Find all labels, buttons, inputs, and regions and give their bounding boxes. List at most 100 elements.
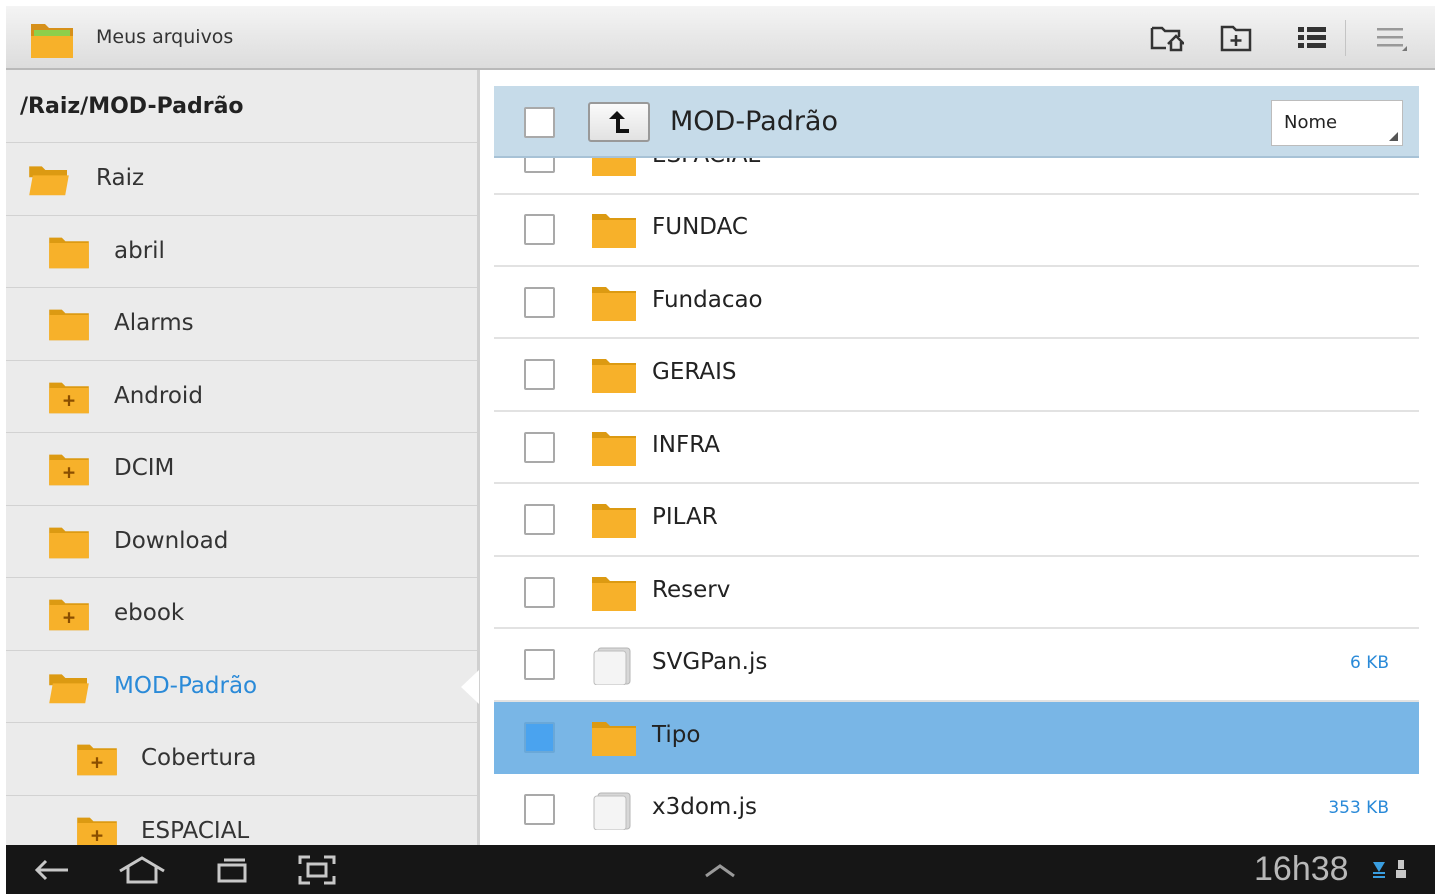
clock: 16h38 bbox=[1254, 850, 1349, 888]
list-header: MOD-Padrão Nome bbox=[494, 86, 1419, 158]
folder-tree: Raiz abril Alarms Android DCIM Download ebook M… bbox=[6, 142, 477, 845]
list-item[interactable]: FUNDAC bbox=[494, 194, 1419, 267]
item-size: 353 KB bbox=[1328, 798, 1389, 818]
list-item[interactable]: Fundacao bbox=[494, 267, 1419, 339]
home-folder-button[interactable] bbox=[1147, 20, 1187, 56]
tree-item-label: MOD-Padrão bbox=[114, 672, 258, 699]
list-item[interactable]: GERAIS bbox=[494, 339, 1419, 412]
recent-apps-button[interactable] bbox=[206, 853, 258, 887]
tree-item-dcim[interactable]: DCIM bbox=[6, 432, 477, 505]
arrow-up-icon bbox=[609, 111, 629, 133]
tree-item-label: Download bbox=[114, 527, 229, 554]
active-folder-pointer bbox=[461, 670, 479, 704]
app-title: Meus arquivos bbox=[96, 26, 234, 48]
item-name: GERAIS bbox=[652, 359, 737, 385]
tree-item-ebook[interactable]: ebook bbox=[6, 577, 477, 650]
system-bar: 16h38 bbox=[6, 845, 1435, 894]
action-bar: Meus arquivos bbox=[6, 6, 1435, 70]
item-name: FUNDAC bbox=[652, 214, 748, 240]
folder-plus-icon bbox=[49, 382, 89, 413]
row-checkbox[interactable] bbox=[524, 214, 555, 245]
list-view-icon bbox=[1298, 27, 1326, 48]
up-folder-button[interactable] bbox=[588, 102, 650, 142]
folder-icon bbox=[49, 237, 89, 268]
tree-item-label: abril bbox=[114, 237, 165, 264]
file-list-panel: ESPACIALFUNDACFundacaoGERAISINFRAPILARRe… bbox=[480, 70, 1435, 845]
tree-item-cobertura[interactable]: Cobertura bbox=[6, 722, 477, 795]
row-checkbox[interactable] bbox=[524, 431, 555, 463]
list-item[interactable]: SVGPan.js 6 KB bbox=[494, 629, 1419, 702]
back-icon bbox=[34, 859, 68, 881]
tree-item-alarms[interactable]: Alarms bbox=[6, 287, 477, 360]
list-item[interactable]: x3dom.js 353 KB bbox=[494, 774, 1419, 845]
folder-icon bbox=[592, 576, 636, 611]
folder-title: MOD-Padrão bbox=[670, 106, 838, 137]
tree-item-android[interactable]: Android bbox=[6, 359, 477, 433]
tree-item-raiz[interactable]: Raiz bbox=[6, 142, 477, 215]
folder-icon bbox=[49, 309, 89, 341]
folder-plus-icon bbox=[49, 454, 89, 486]
home-button[interactable] bbox=[116, 853, 168, 887]
screenshot-button[interactable] bbox=[291, 853, 343, 887]
row-checkbox[interactable] bbox=[524, 504, 555, 535]
folder-icon bbox=[592, 504, 636, 538]
list-item[interactable]: Reserv bbox=[494, 557, 1419, 629]
tree-item-label: Cobertura bbox=[141, 745, 257, 771]
overflow-menu-icon bbox=[1377, 28, 1407, 51]
row-checkbox[interactable] bbox=[524, 794, 555, 825]
row-checkbox[interactable] bbox=[524, 286, 555, 318]
folder-icon bbox=[49, 527, 89, 558]
folder-plus-icon bbox=[49, 599, 89, 631]
list-item[interactable]: Tipo bbox=[494, 701, 1419, 774]
folder-icon bbox=[592, 431, 636, 466]
list-item[interactable]: INFRA bbox=[494, 412, 1419, 484]
open-folder-icon bbox=[29, 166, 69, 196]
file-icon bbox=[593, 647, 631, 685]
tree-item-label: Alarms bbox=[114, 310, 194, 336]
tree-item-label: ESPACIAL bbox=[141, 817, 250, 844]
overflow-menu-button[interactable] bbox=[1372, 20, 1412, 56]
select-all-checkbox[interactable] bbox=[524, 107, 555, 138]
folder-icon bbox=[592, 286, 636, 321]
row-checkbox[interactable] bbox=[524, 721, 555, 753]
new-folder-icon bbox=[1220, 25, 1252, 52]
recent-apps-icon bbox=[217, 858, 247, 883]
notification-shade-button[interactable] bbox=[694, 853, 746, 887]
folder-plus-icon bbox=[77, 744, 117, 776]
tree-item-label: Android bbox=[114, 382, 203, 409]
folder-icon bbox=[592, 214, 636, 248]
tree-item-abril[interactable]: abril bbox=[6, 214, 477, 288]
tree-item-espacial[interactable]: ESPACIAL bbox=[6, 794, 477, 845]
item-name: INFRA bbox=[652, 431, 721, 458]
tree-item-download[interactable]: Download bbox=[6, 504, 477, 578]
tree-item-label: ebook bbox=[114, 600, 185, 626]
row-checkbox[interactable] bbox=[524, 576, 555, 608]
home-folder-icon bbox=[1150, 26, 1184, 52]
item-name: Fundacao bbox=[652, 286, 763, 313]
new-folder-button[interactable] bbox=[1216, 20, 1256, 56]
folder-plus-icon bbox=[77, 817, 117, 845]
folder-icon bbox=[592, 721, 636, 756]
file-manager-folder-icon[interactable] bbox=[28, 16, 76, 64]
item-name: Reserv bbox=[652, 576, 731, 603]
tree-item-label: Raiz bbox=[96, 165, 145, 191]
row-checkbox[interactable] bbox=[524, 359, 555, 390]
item-name: Tipo bbox=[652, 721, 701, 748]
list-item[interactable]: PILAR bbox=[494, 484, 1419, 557]
list-view-button[interactable] bbox=[1292, 20, 1332, 56]
folder-icon bbox=[592, 359, 636, 393]
tree-item-mod-padrão[interactable]: MOD-Padrão bbox=[6, 649, 477, 723]
screenshot-icon bbox=[298, 855, 336, 885]
file-icon bbox=[593, 792, 631, 830]
sort-dropdown[interactable]: Nome bbox=[1271, 100, 1403, 146]
home-icon bbox=[119, 856, 165, 884]
open-folder-icon bbox=[49, 673, 89, 703]
dropdown-indicator-icon bbox=[1389, 132, 1398, 141]
item-size: 6 KB bbox=[1349, 653, 1389, 673]
back-button[interactable] bbox=[26, 853, 78, 887]
sort-value: Nome bbox=[1284, 112, 1338, 133]
usb-icon bbox=[1396, 860, 1406, 878]
chevron-up-icon bbox=[705, 864, 735, 878]
row-checkbox[interactable] bbox=[524, 649, 555, 680]
tree-item-label: DCIM bbox=[114, 455, 175, 481]
